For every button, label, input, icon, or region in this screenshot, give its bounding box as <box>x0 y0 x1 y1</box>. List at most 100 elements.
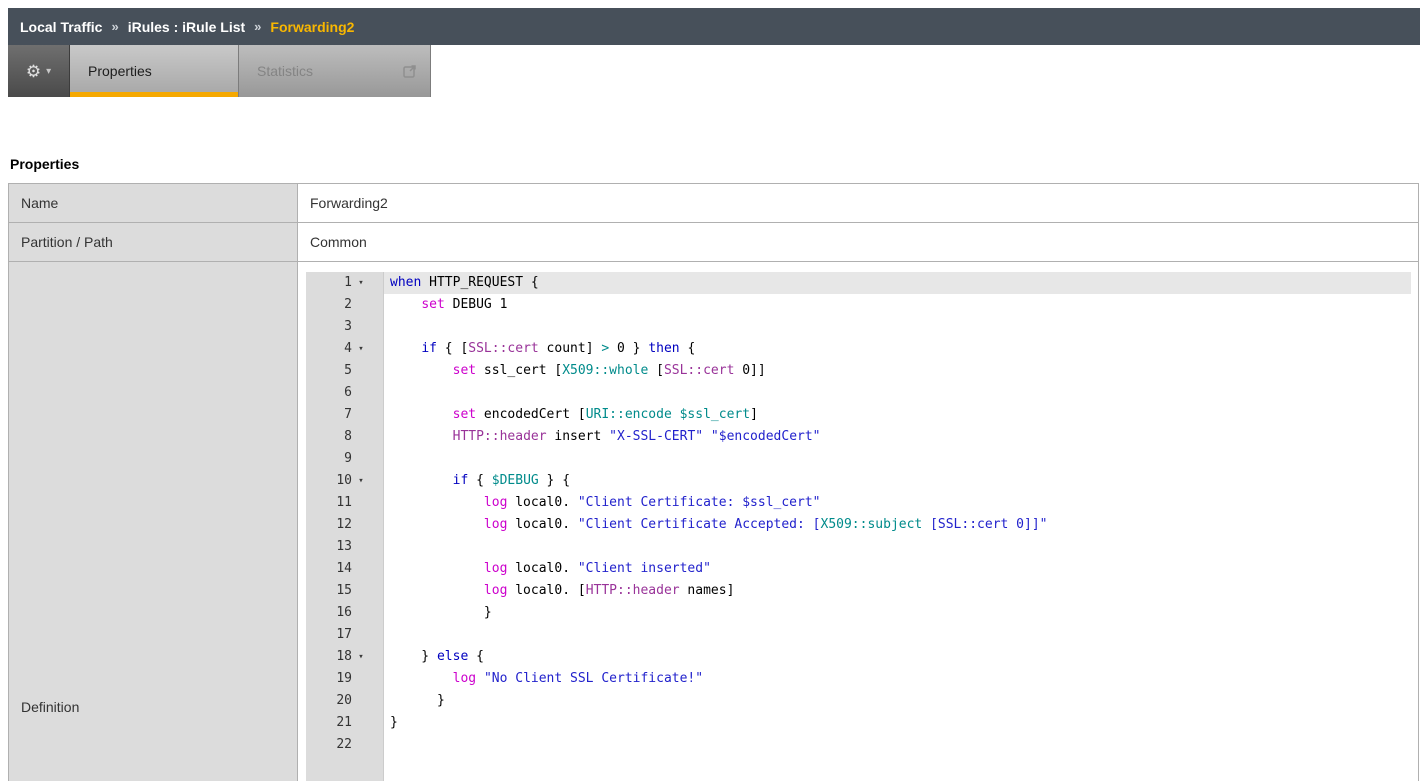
code-content[interactable]: } <box>384 690 1411 712</box>
line-gutter: 14 <box>306 558 384 580</box>
code-content[interactable] <box>384 624 1411 646</box>
token-pl <box>390 407 453 422</box>
fold-toggle-icon[interactable]: ▾ <box>352 338 370 360</box>
fold-toggle-icon[interactable]: ▾ <box>352 470 370 492</box>
table-row-partition: Partition / Path Common <box>9 223 1418 262</box>
line-number: 3 <box>306 316 352 338</box>
line-number: 6 <box>306 382 352 404</box>
code-content[interactable]: set ssl_cert [X509::whole [SSL::cert 0]] <box>384 360 1411 382</box>
token-pl: } <box>390 693 445 708</box>
partition-path-value: Common <box>298 223 1418 261</box>
code-line: 1▾when HTTP_REQUEST { <box>306 272 1411 294</box>
token-pl <box>390 429 453 444</box>
token-pl <box>390 671 453 686</box>
tab-statistics[interactable]: Statistics <box>239 45 431 97</box>
definition-code-editor[interactable]: 1▾when HTTP_REQUEST {2 set DEBUG 134▾ if… <box>306 272 1411 781</box>
token-cmd: SSL::cert <box>664 363 734 378</box>
line-gutter: 12 <box>306 514 384 536</box>
token-fn: X509::whole <box>562 363 648 378</box>
token-str: "Client Certificate: $ssl_cert" <box>578 495 821 510</box>
code-line: 10▾ if { $DEBUG } { <box>306 470 1411 492</box>
code-content[interactable]: set encodedCert [URI::encode $ssl_cert] <box>384 404 1411 426</box>
code-content[interactable]: log local0. [HTTP::header names] <box>384 580 1411 602</box>
code-lines: 1▾when HTTP_REQUEST {2 set DEBUG 134▾ if… <box>306 272 1411 756</box>
line-gutter: 19 <box>306 668 384 690</box>
breadcrumb-separator-icon: » <box>254 19 261 34</box>
line-number: 2 <box>306 294 352 316</box>
token-pl: 0]] <box>734 363 765 378</box>
code-content[interactable]: set DEBUG 1 <box>384 294 1411 316</box>
code-content[interactable]: HTTP::header insert "X-SSL-CERT" "$encod… <box>384 426 1411 448</box>
code-content[interactable]: if { $DEBUG } { <box>384 470 1411 492</box>
token-pl: local0. <box>507 495 577 510</box>
gear-menu-button[interactable]: ⚙ ▾ <box>8 45 70 97</box>
code-line: 20 } <box>306 690 1411 712</box>
line-number: 18 <box>306 646 352 668</box>
token-cmd: SSL::cert <box>468 341 538 356</box>
token-pl <box>703 429 711 444</box>
line-gutter: 15 <box>306 580 384 602</box>
token-kw: else <box>437 649 468 664</box>
token-var: $DEBUG <box>492 473 539 488</box>
token-pl: names] <box>680 583 735 598</box>
tab-properties[interactable]: Properties <box>70 45 239 97</box>
code-content[interactable]: log "No Client SSL Certificate!" <box>384 668 1411 690</box>
code-content[interactable]: } <box>384 712 1411 734</box>
code-content[interactable] <box>384 448 1411 470</box>
token-pl: local0. <box>507 517 577 532</box>
code-content[interactable]: } <box>384 602 1411 624</box>
line-number: 16 <box>306 602 352 624</box>
line-gutter: 3 <box>306 316 384 338</box>
line-number: 8 <box>306 426 352 448</box>
line-gutter: 13 <box>306 536 384 558</box>
line-gutter: 10▾ <box>306 470 384 492</box>
code-content[interactable]: when HTTP_REQUEST { <box>384 272 1411 294</box>
line-number: 19 <box>306 668 352 690</box>
gutter-fill <box>306 756 384 781</box>
token-str: "$encodedCert" <box>711 429 821 444</box>
token-pl: ssl_cert [ <box>476 363 562 378</box>
chevron-down-icon: ▾ <box>46 66 51 77</box>
code-content[interactable]: log local0. "Client Certificate Accepted… <box>384 514 1411 536</box>
code-content[interactable] <box>384 316 1411 338</box>
token-cmd: HTTP::header <box>453 429 547 444</box>
token-cmd: HTTP::header <box>586 583 680 598</box>
code-line: 2 set DEBUG 1 <box>306 294 1411 316</box>
code-content[interactable]: } else { <box>384 646 1411 668</box>
line-gutter: 11 <box>306 492 384 514</box>
token-pl <box>390 363 453 378</box>
token-pl: ] <box>750 407 758 422</box>
line-gutter: 17 <box>306 624 384 646</box>
code-content[interactable] <box>384 382 1411 404</box>
code-content[interactable]: log local0. "Client Certificate: $ssl_ce… <box>384 492 1411 514</box>
code-content[interactable]: log local0. "Client inserted" <box>384 558 1411 580</box>
token-str: "Client inserted" <box>578 561 711 576</box>
token-decl: log <box>484 583 507 598</box>
line-gutter: 7 <box>306 404 384 426</box>
line-gutter: 18▾ <box>306 646 384 668</box>
code-content[interactable] <box>384 536 1411 558</box>
line-gutter: 22 <box>306 734 384 756</box>
code-line: 14 log local0. "Client inserted" <box>306 558 1411 580</box>
code-line: 8 HTTP::header insert "X-SSL-CERT" "$enc… <box>306 426 1411 448</box>
token-pl: DEBUG 1 <box>445 297 508 312</box>
line-number: 22 <box>306 734 352 756</box>
code-content[interactable]: if { [SSL::cert count] > 0 } then { <box>384 338 1411 360</box>
token-pl: { <box>680 341 696 356</box>
fold-toggle-icon[interactable]: ▾ <box>352 646 370 668</box>
code-line: 11 log local0. "Client Certificate: $ssl… <box>306 492 1411 514</box>
code-content[interactable] <box>384 734 1411 756</box>
fold-toggle-icon[interactable]: ▾ <box>352 272 370 294</box>
token-fn: URI::encode <box>586 407 672 422</box>
token-pl: [ <box>648 363 664 378</box>
token-str: "No Client SSL Certificate!" <box>484 671 703 686</box>
token-decl: set <box>453 407 476 422</box>
token-pl: count] <box>539 341 602 356</box>
breadcrumb-item-irule-list[interactable]: iRules : iRule List <box>128 19 245 35</box>
line-gutter: 8 <box>306 426 384 448</box>
token-pl: } <box>390 715 398 730</box>
breadcrumb-item-local-traffic[interactable]: Local Traffic <box>20 19 102 35</box>
tab-statistics-label: Statistics <box>257 63 313 79</box>
code-line: 6 <box>306 382 1411 404</box>
line-number: 13 <box>306 536 352 558</box>
